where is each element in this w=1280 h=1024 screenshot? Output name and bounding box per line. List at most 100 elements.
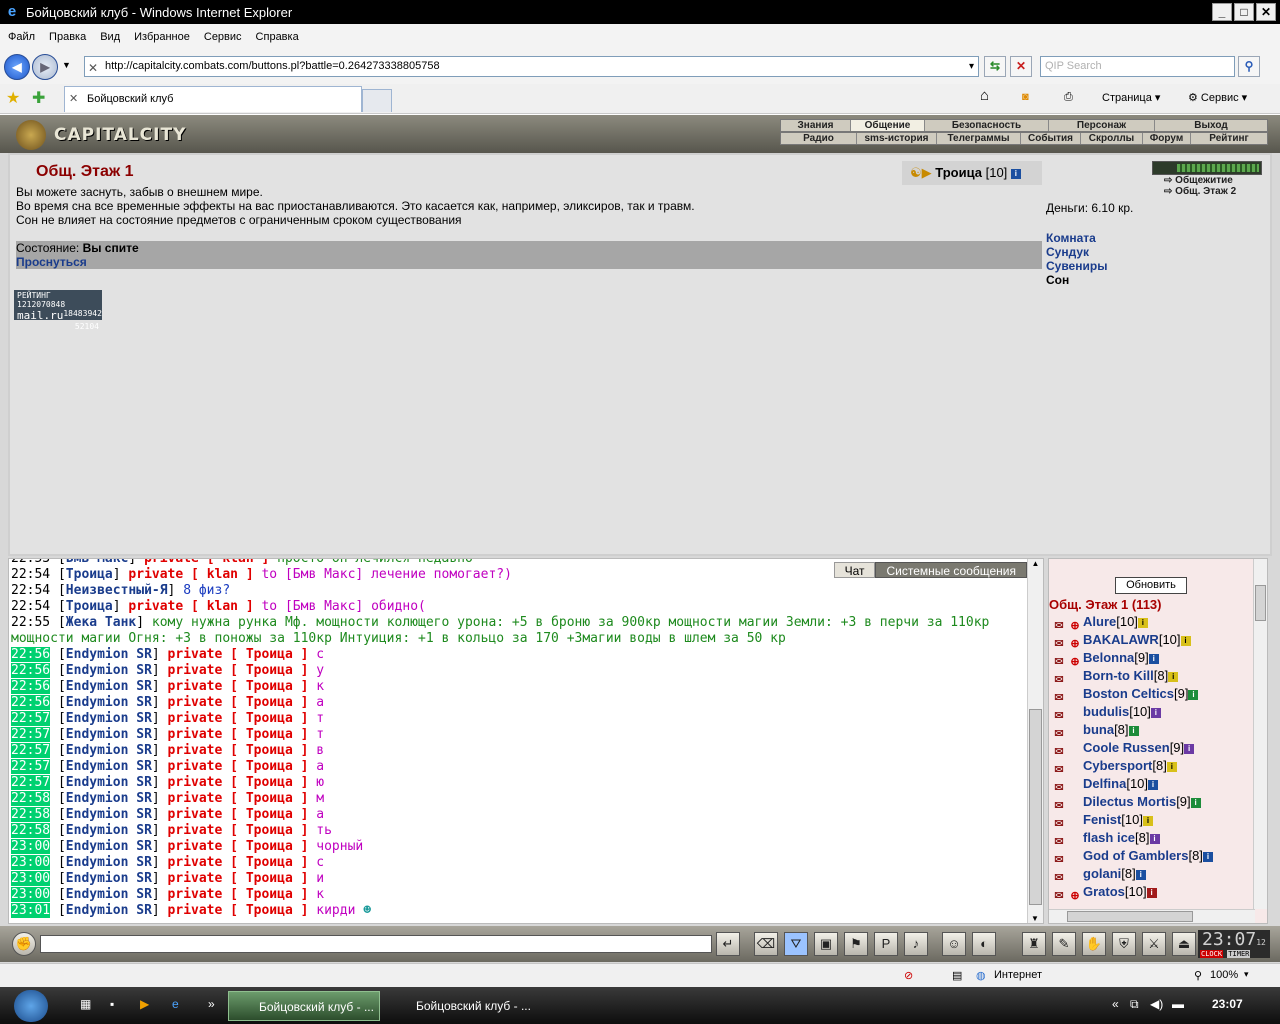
chat-nick[interactable]: Жека Танк <box>66 615 136 630</box>
chat-nick[interactable]: Endymion SR <box>66 679 152 694</box>
tray-volume-icon[interactable]: ◀) <box>1150 997 1163 1011</box>
chat-time[interactable]: 22:54 <box>11 599 50 614</box>
chat-nick[interactable]: Endymion SR <box>66 695 152 710</box>
nav-sms-history[interactable]: sms-история <box>857 133 937 144</box>
chat-nick[interactable]: Endymion SR <box>66 663 152 678</box>
user-list-item[interactable]: ✉ Fenist[10] i <box>1051 811 1251 830</box>
user-info-icon[interactable]: i <box>1168 671 1179 682</box>
save-icon[interactable]: ▣ <box>814 932 838 956</box>
smiley-icon[interactable]: ☺ <box>942 932 966 956</box>
nav-telegrams[interactable]: Телеграммы <box>937 133 1021 144</box>
chat-nick[interactable]: Endymion SR <box>66 871 152 886</box>
link-floor-2[interactable]: ⇨ Общ. Этаж 2 <box>1164 186 1262 197</box>
chat-scrollbar[interactable]: ▲ ▼ <box>1027 559 1043 923</box>
chat-private-tag[interactable]: private [ Троица ] <box>168 759 309 774</box>
nav-knowledge[interactable]: Знания <box>781 120 851 131</box>
chat-private-tag[interactable]: private [ klan ] <box>144 559 269 566</box>
stop-icon[interactable]: ✕ <box>1010 56 1032 77</box>
back-button[interactable]: ◀ <box>4 54 30 80</box>
user-name[interactable]: Boston Celtics <box>1083 686 1174 701</box>
scroll-up-icon[interactable]: ▲ <box>1028 559 1043 568</box>
tray-language-icon[interactable]: ▬ <box>1172 997 1184 1011</box>
chat-private-tag[interactable]: private [ Троица ] <box>168 679 309 694</box>
user-list-item[interactable]: ✉ flash ice[8] i <box>1051 829 1251 848</box>
user-list-item[interactable]: ✉ golani[8] i <box>1051 865 1251 884</box>
timer-label[interactable]: TIMER <box>1227 950 1251 958</box>
private-message-icon[interactable]: ✉ <box>1051 671 1067 686</box>
link-sleep[interactable]: Сон <box>1046 273 1069 287</box>
history-dropdown-icon[interactable]: ▼ <box>62 60 71 70</box>
chat-private-tag[interactable]: private [ Троица ] <box>168 695 309 710</box>
user-list-item[interactable]: ✉ ⊕ Gratos[10] i <box>1051 883 1251 902</box>
private-message-icon[interactable]: ✉ <box>1051 869 1067 884</box>
chat-private-tag[interactable]: private [ Троица ] <box>168 887 309 902</box>
helmet-icon[interactable]: ◐ <box>972 932 996 956</box>
chat-private-tag[interactable]: private [ Троица ] <box>168 663 309 678</box>
chat-nick[interactable]: Endymion SR <box>66 823 152 838</box>
user-name[interactable]: golani <box>1083 866 1121 881</box>
feeds-icon[interactable]: ◙ <box>1022 91 1029 103</box>
tray-network-icon[interactable]: ⧉ <box>1130 997 1139 1012</box>
chat-private-tag[interactable]: private [ Троица ] <box>168 871 309 886</box>
minimize-button[interactable]: _ <box>1212 3 1232 21</box>
chat-time[interactable]: 22:57 <box>11 727 51 742</box>
current-user-name[interactable]: Троица <box>935 165 982 180</box>
private-message-icon[interactable]: ✉ <box>1051 653 1067 668</box>
quicklaunch-save-icon[interactable]: ▪ <box>110 997 114 1011</box>
user-list-item[interactable]: ✉ ⊕ BAKALAWR[10] i <box>1051 631 1251 650</box>
chat-scroll-thumb[interactable] <box>1029 709 1042 905</box>
address-dropdown-icon[interactable]: ▾ <box>969 57 974 76</box>
chat-recipient[interactable]: to [Бмв Макс] <box>261 567 363 582</box>
nav-security[interactable]: Безопасность <box>925 120 1049 131</box>
taskbar-item-2[interactable]: Бойцовский клуб - ... <box>386 991 544 1021</box>
link-dormitory[interactable]: ⇨ Общежитие <box>1164 175 1262 186</box>
user-info-icon[interactable]: i <box>1150 707 1161 718</box>
chat-private-tag[interactable]: private [ Троица ] <box>168 807 309 822</box>
user-name[interactable]: Belonna <box>1083 650 1134 665</box>
chat-nick[interactable]: Endymion SR <box>66 839 152 854</box>
bottle-icon[interactable]: ♜ <box>1022 932 1046 956</box>
chat-nick[interactable]: Endymion SR <box>66 775 152 790</box>
user-info-icon[interactable]: i <box>1188 689 1199 700</box>
user-info-icon[interactable]: i <box>1149 833 1160 844</box>
quicklaunch-media-icon[interactable]: ▶ <box>140 997 149 1011</box>
address-input[interactable]: ✕ http://capitalcity.combats.com/buttons… <box>84 56 979 77</box>
shield-icon[interactable]: ⛨ <box>1112 932 1136 956</box>
new-tab-button[interactable] <box>362 89 392 112</box>
user-list-item[interactable]: ✉ God of Gamblers[8] i <box>1051 847 1251 866</box>
refresh-icon[interactable]: ⇆ <box>984 56 1006 77</box>
tab-chat[interactable]: Чат <box>833 562 876 578</box>
chat-time[interactable]: 23:01 <box>11 903 51 918</box>
chat-time[interactable]: 22:54 <box>11 583 50 598</box>
user-info-icon[interactable]: i <box>1142 815 1153 826</box>
user-list-item[interactable]: ✉ buna[8] i <box>1051 721 1251 740</box>
chat-private-tag[interactable]: private [ Троица ] <box>168 823 309 838</box>
chat-nick[interactable]: Endymion SR <box>66 791 152 806</box>
private-message-icon[interactable]: ✉ <box>1051 761 1067 776</box>
private-message-icon[interactable]: ✉ <box>1051 707 1067 722</box>
user-name[interactable]: God of Gamblers <box>1083 848 1188 863</box>
user-info-icon[interactable]: i <box>1146 887 1157 898</box>
user-list-item[interactable]: ✉ Dilectus Mortis[9] i <box>1051 793 1251 812</box>
clock-label[interactable]: CLOCK <box>1200 950 1224 958</box>
chat-private-tag[interactable]: private [ Троица ] <box>168 839 309 854</box>
user-info-icon[interactable]: i <box>1137 617 1148 628</box>
scroll-icon[interactable]: ✎ <box>1052 932 1076 956</box>
user-info-icon[interactable]: i <box>1148 653 1159 664</box>
private-message-icon[interactable]: ✉ <box>1051 635 1067 650</box>
userlist-scroll-thumb[interactable] <box>1255 585 1266 621</box>
taskbar-item-1[interactable]: Бойцовский клуб - ... <box>228 991 380 1021</box>
zoom-level[interactable]: 100% <box>1210 969 1238 981</box>
mailru-counter[interactable]: РЕЙТИНГ 1212070848 mail.ru 18483942 52104 <box>14 290 102 331</box>
chat-nick[interactable]: Endymion SR <box>66 711 152 726</box>
tab-system-messages[interactable]: Системные сообщения <box>875 562 1027 578</box>
claw-icon[interactable]: ✋ <box>1082 932 1106 956</box>
chat-time[interactable]: 22:56 <box>11 695 51 710</box>
chat-time[interactable]: 22:58 <box>11 823 51 838</box>
quicklaunch-more-icon[interactable]: » <box>208 997 215 1011</box>
eraser-icon[interactable]: ⌫ <box>754 932 778 956</box>
print-icon[interactable]: ⎙ <box>1064 91 1073 104</box>
chat-private-tag[interactable]: private [ Троица ] <box>168 903 309 918</box>
tray-expand-icon[interactable]: « <box>1112 997 1119 1011</box>
menu-favorites[interactable]: Избранное <box>134 31 190 43</box>
